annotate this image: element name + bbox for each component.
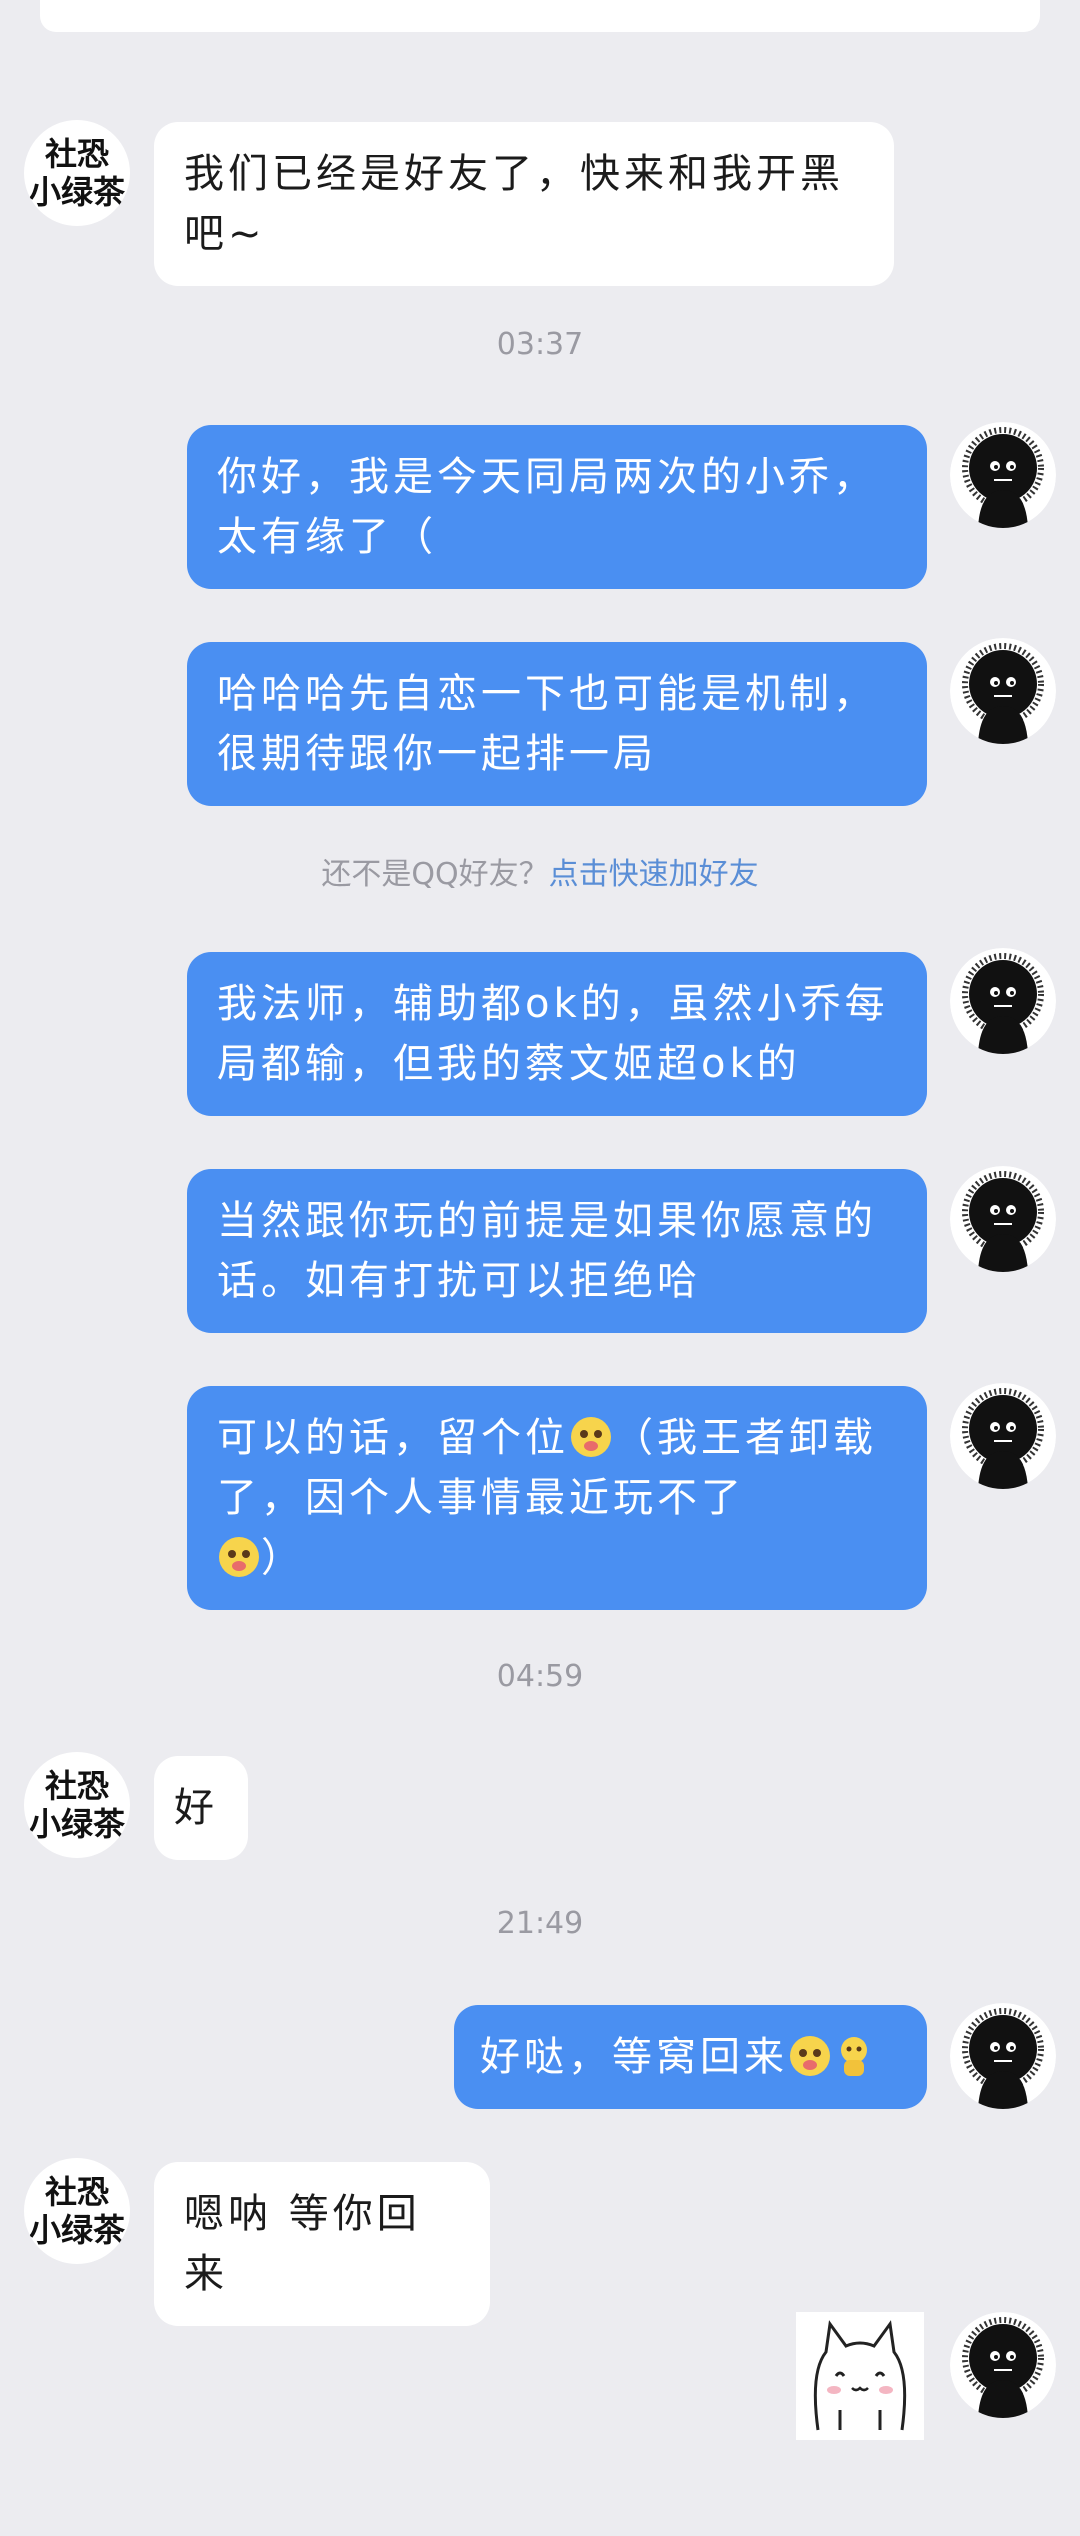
message-bubble-outgoing[interactable]: 可以的话，留个位 （我王者卸载了，因个人事情最近玩不了） [187, 1386, 927, 1610]
soot-sprite-icon [950, 638, 1056, 744]
timestamp: 21:49 [496, 1906, 584, 1941]
timestamp: 03:37 [496, 327, 584, 362]
message-bubble-incoming[interactable]: 嗯呐 等你回来 [154, 2162, 490, 2326]
bowing-emoji-icon [841, 2037, 867, 2076]
soot-sprite-icon [950, 948, 1056, 1054]
friend-avatar[interactable]: 社恐 小绿茶 [24, 2158, 130, 2264]
self-avatar[interactable] [950, 422, 1056, 528]
timestamp: 04:59 [496, 1659, 584, 1694]
add-friend-link[interactable]: 点击快速加好友 [549, 857, 759, 892]
soot-sprite-icon [950, 2003, 1056, 2109]
self-avatar[interactable] [950, 638, 1056, 744]
white-cat-sticker[interactable] [796, 2312, 924, 2440]
message-bubble-outgoing[interactable]: 当然跟你玩的前提是如果你愿意的话。如有打扰可以拒绝哈 [187, 1169, 927, 1333]
message-bubble-outgoing[interactable]: 好哒，等窝回来 [454, 2005, 927, 2109]
friend-avatar[interactable]: 社恐 小绿茶 [24, 1752, 130, 1858]
self-avatar[interactable] [950, 2003, 1056, 2109]
message-bubble-outgoing[interactable]: 哈哈哈先自恋一下也可能是机制，很期待跟你一起排一局 [187, 642, 927, 806]
self-avatar[interactable] [950, 1166, 1056, 1272]
soot-sprite-icon [950, 422, 1056, 528]
friend-avatar[interactable]: 社恐 小绿茶 [24, 120, 130, 226]
shy-face-emoji-icon [571, 1417, 611, 1457]
message-bubble-incoming[interactable]: 好 [154, 1756, 248, 1860]
add-friend-notice: 还不是QQ好友？点击快速加好友 [0, 855, 1080, 895]
self-avatar[interactable] [950, 1383, 1056, 1489]
shy-face-emoji-icon [790, 2036, 830, 2076]
message-bubble-incoming[interactable]: 我们已经是好友了，快来和我开黑吧~ [154, 122, 894, 286]
self-avatar[interactable] [950, 948, 1056, 1054]
soot-sprite-icon [950, 2312, 1056, 2418]
self-avatar[interactable] [950, 2312, 1056, 2418]
previous-card [40, 0, 1040, 32]
notice-text: 还不是QQ好友？ [321, 857, 549, 892]
white-cat-sticker-icon [796, 2312, 924, 2440]
message-bubble-outgoing[interactable]: 我法师，辅助都ok的，虽然小乔每局都输，但我的蔡文姬超ok的 [187, 952, 927, 1116]
soot-sprite-icon [950, 1166, 1056, 1272]
shy-face-emoji-icon [219, 1537, 259, 1577]
message-bubble-outgoing[interactable]: 你好，我是今天同局两次的小乔，太有缘了（ [187, 425, 927, 589]
soot-sprite-icon [950, 1383, 1056, 1489]
